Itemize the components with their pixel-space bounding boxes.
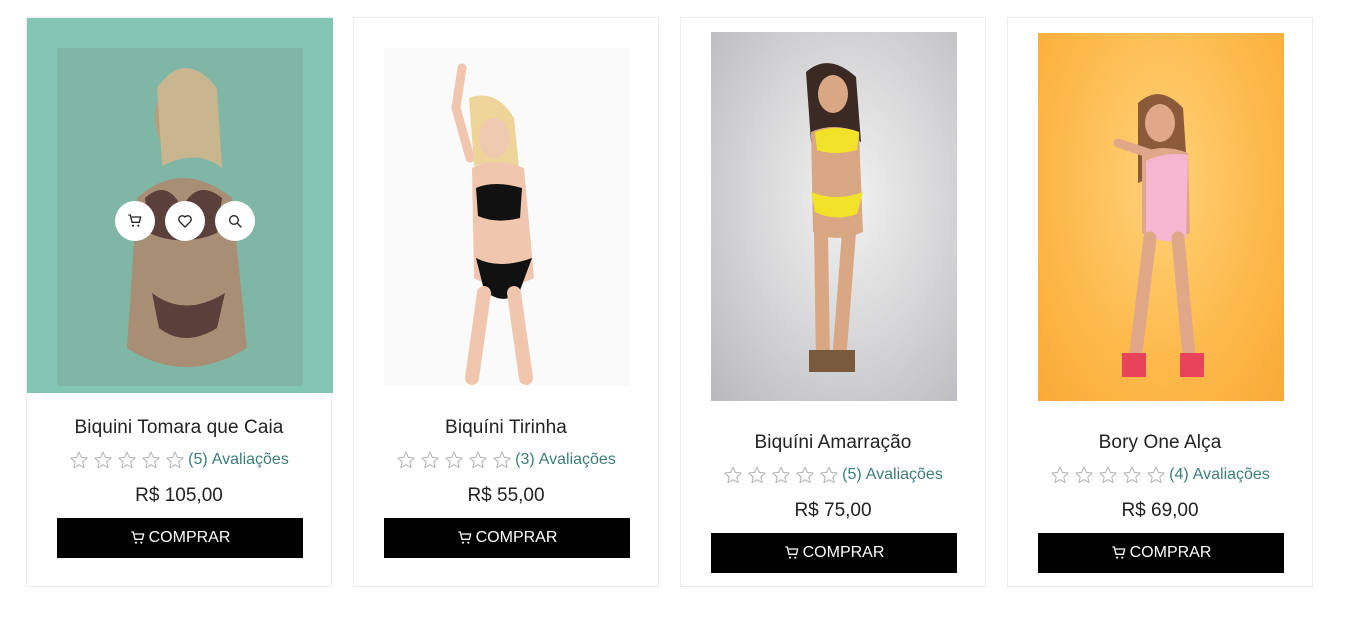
cart-icon [457,531,471,544]
star-empty-icon [118,451,136,469]
cart-icon [128,214,142,227]
product-card[interactable]: Biquíni Amarração (5) Avaliações R$ 75,0… [680,17,986,587]
product-rating: (5) Avaliações [681,465,985,485]
star-empty-icon [142,451,160,469]
buy-button-label: COMPRAR [475,529,558,546]
star-empty-icon [1051,466,1069,484]
review-count: (4) [1169,466,1189,483]
star-rating [69,450,185,470]
star-empty-icon [397,451,415,469]
reviews-label: Avaliações [538,451,616,468]
product-card[interactable]: Biquini Tomara que Caia (5) Avaliações R… [26,17,333,587]
review-count: (5) [842,466,862,483]
product-rating: (3) Avaliações [354,450,658,470]
product-rating: (4) Avaliações [1008,465,1312,485]
reviews-label: Avaliações [211,451,289,468]
star-empty-icon [1099,466,1117,484]
star-empty-icon [421,451,439,469]
buy-button[interactable]: COMPRAR [711,533,957,573]
buy-button-label: COMPRAR [802,544,885,561]
product-title[interactable]: Biquíni Amarração [681,432,985,454]
star-empty-icon [1075,466,1093,484]
search-icon [229,215,242,228]
product-price: R$ 69,00 [1121,500,1199,521]
star-empty-icon [1147,466,1165,484]
reviews-link[interactable]: (4) Avaliações [1169,466,1270,484]
product-title[interactable]: Biquini Tomara que Caia [27,417,331,439]
buy-button-label: COMPRAR [148,529,231,546]
product-image[interactable] [1038,33,1284,401]
review-count: (3) [515,451,535,468]
product-price: R$ 75,00 [794,500,872,521]
star-empty-icon [445,451,463,469]
reviews-link[interactable]: (5) Avaliações [188,451,289,469]
star-empty-icon [796,466,814,484]
product-title[interactable]: Bory One Alça [1008,432,1312,454]
star-empty-icon [70,451,88,469]
product-image[interactable] [711,32,957,401]
reviews-label: Avaliações [865,466,943,483]
star-empty-icon [748,466,766,484]
review-count: (5) [188,451,208,468]
reviews-link[interactable]: (5) Avaliações [842,466,943,484]
buy-button[interactable]: COMPRAR [1038,533,1284,573]
cart-icon [1111,546,1125,559]
quick-view-button[interactable] [215,201,255,241]
star-empty-icon [166,451,184,469]
reviews-link[interactable]: (3) Avaliações [515,451,616,469]
hover-actions [115,201,257,241]
add-to-cart-quick-button[interactable] [115,201,155,241]
star-empty-icon [724,466,742,484]
star-rating [1050,465,1166,485]
product-price: R$ 55,00 [467,485,545,506]
star-empty-icon [1123,466,1141,484]
star-empty-icon [469,451,487,469]
product-rating: (5) Avaliações [27,450,331,470]
star-rating [723,465,839,485]
cart-icon [784,546,798,559]
product-card[interactable]: Biquíni Tirinha (3) Avaliações R$ 55,00 … [353,17,659,587]
product-card[interactable]: Bory One Alça (4) Avaliações R$ 69,00 CO… [1007,17,1313,587]
reviews-label: Avaliações [1192,466,1270,483]
buy-button[interactable]: COMPRAR [384,518,630,558]
star-empty-icon [94,451,112,469]
product-image[interactable] [384,48,630,386]
product-title[interactable]: Biquíni Tirinha [354,417,658,439]
product-image-hover-overlay[interactable] [27,18,333,393]
star-empty-icon [820,466,838,484]
cart-icon [130,531,144,544]
star-rating [396,450,512,470]
star-empty-icon [493,451,511,469]
buy-button[interactable]: COMPRAR [57,518,303,558]
buy-button-label: COMPRAR [1129,544,1212,561]
star-empty-icon [772,466,790,484]
heart-icon [178,215,192,228]
product-price: R$ 105,00 [135,485,223,506]
wishlist-button[interactable] [165,201,205,241]
